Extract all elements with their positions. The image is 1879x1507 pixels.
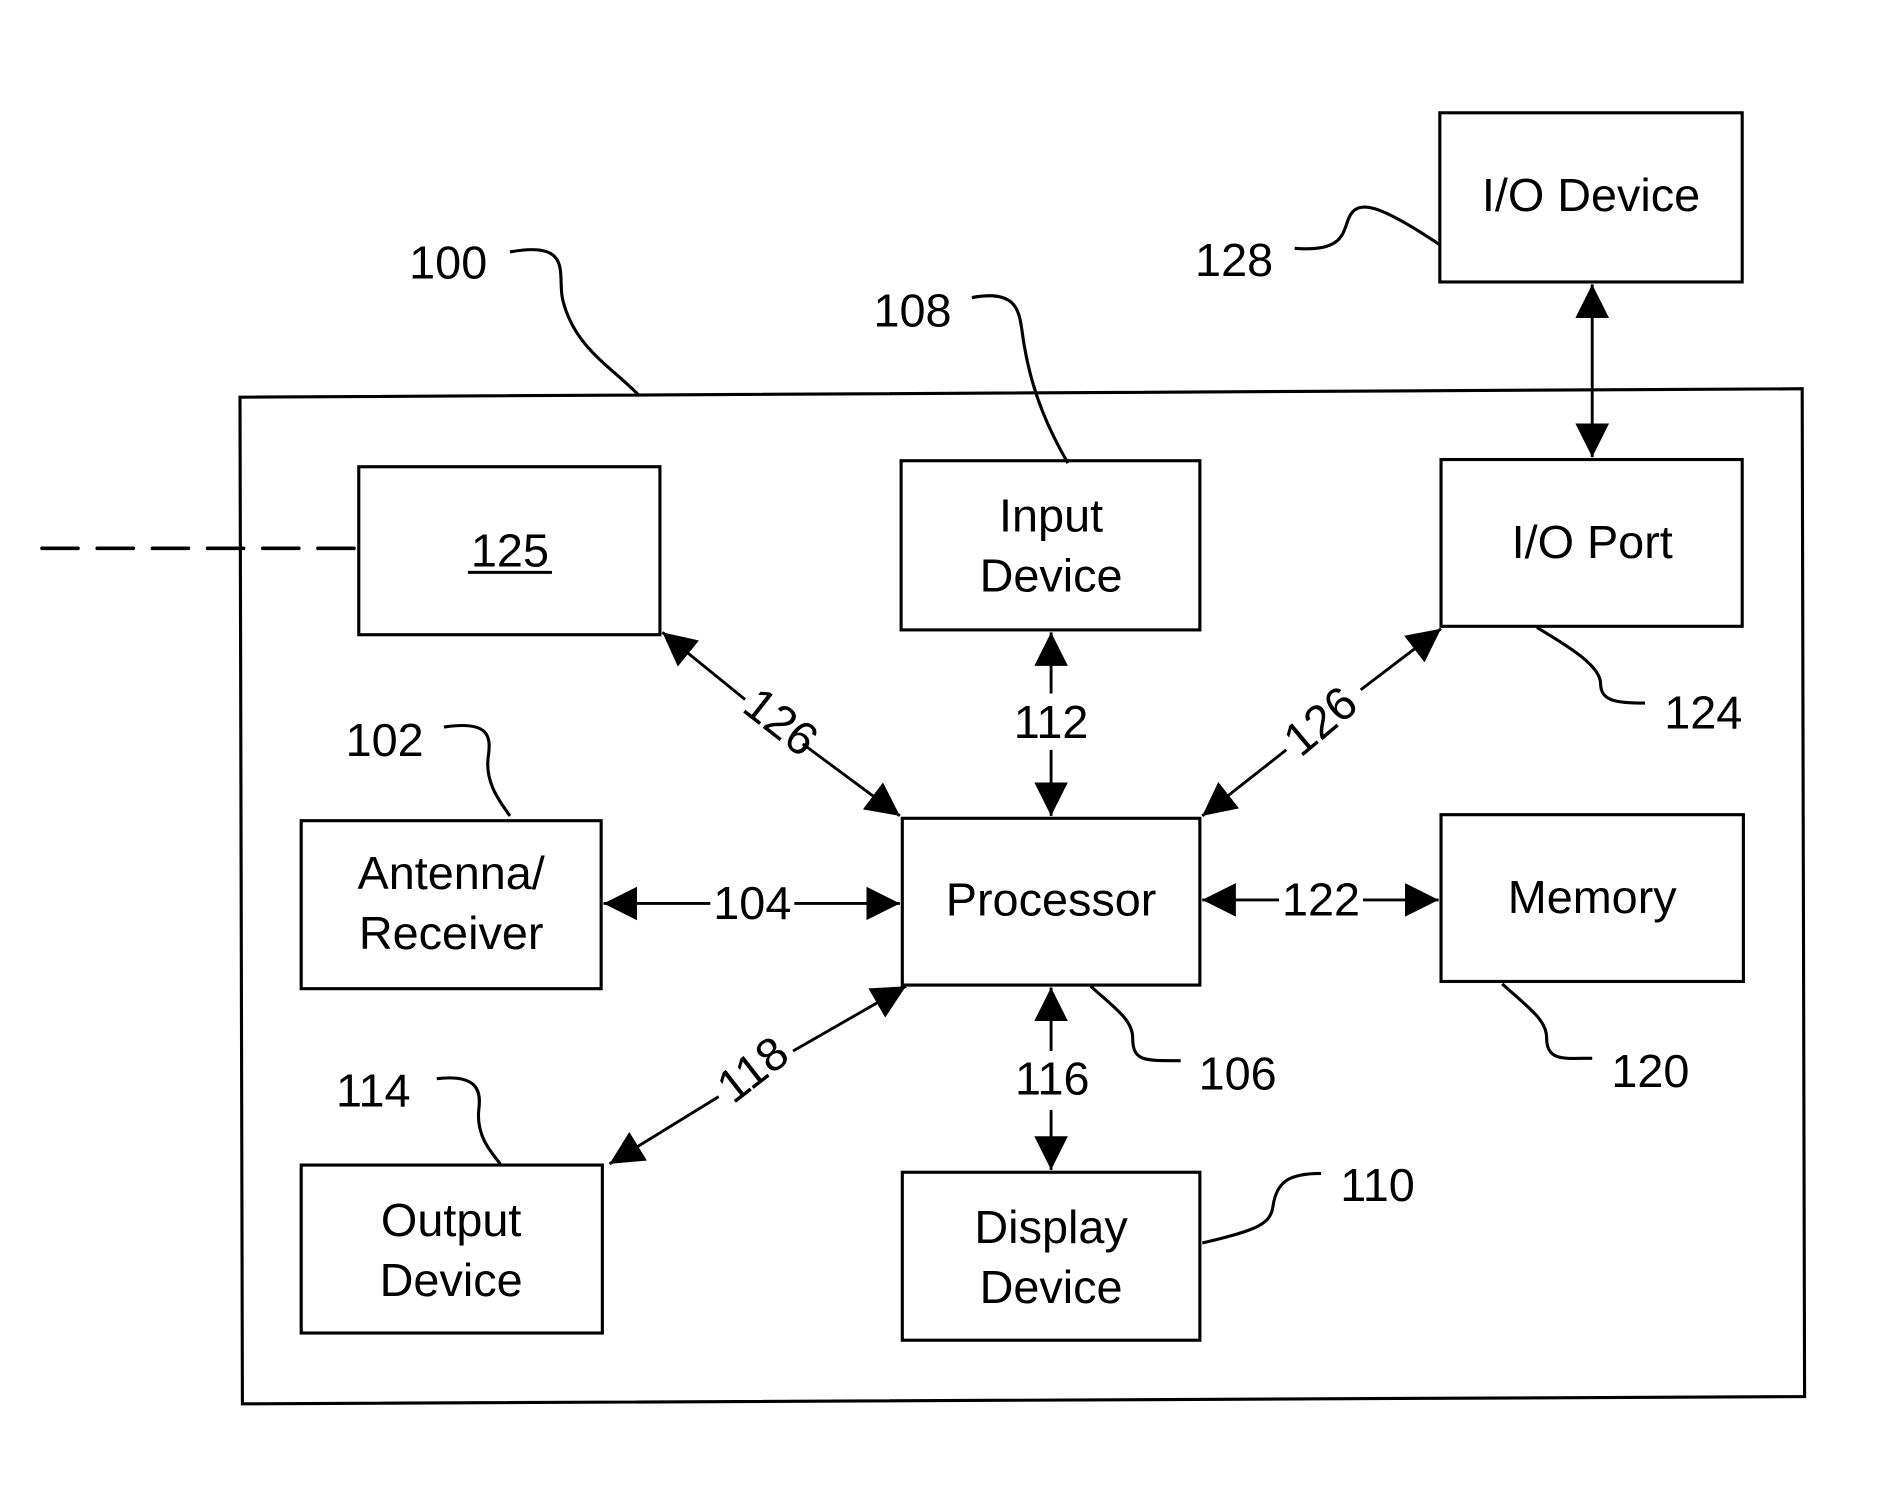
connector-processor-memory-label: 122 [1282,873,1360,925]
block-display-device[interactable]: Display Device [900,1170,1202,1342]
io-device-ref: 128 [1195,234,1273,286]
memory-label: Memory [1508,871,1678,923]
block-input-device[interactable]: Input Device [899,459,1202,632]
block-io-device[interactable]: I/O Device [1438,111,1744,284]
display-device-ref: 110 [1340,1159,1415,1211]
io-device-label: I/O Device [1482,169,1700,221]
block-processor[interactable]: Processor [900,816,1202,987]
block-diagram: 100 125 Input Device 108 I/O Port 124 I/… [40,111,1807,1406]
io-port-ref: 124 [1664,686,1742,738]
device-leader-line [509,248,641,398]
antenna-receiver-ref: 102 [346,714,424,766]
memory-ref: 120 [1611,1045,1689,1097]
output-device-ref: 114 [336,1064,411,1116]
block-antenna-receiver[interactable]: Antenna/ Receiver [299,819,603,991]
connector-antenna-processor-label: 104 [713,877,791,929]
processor-label: Processor [946,873,1157,925]
input-device-line1: Input [999,490,1103,542]
antenna-receiver-line1: Antenna/ [358,847,545,899]
input-device-ref: 108 [874,284,952,336]
device-ref-label: 100 [409,236,487,288]
block-125-label: 125 [471,524,549,576]
output-device-line2: Device [380,1254,523,1306]
block-125[interactable]: 125 [357,465,662,637]
io-device-leader [1294,205,1441,251]
io-port-label: I/O Port [1512,516,1673,568]
display-device-line2: Device [980,1261,1123,1313]
connector-input-processor-label: 112 [1014,696,1089,748]
processor-ref: 106 [1199,1047,1277,1099]
input-device-line2: Device [980,550,1123,602]
output-device-line1: Output [381,1194,521,1246]
block-memory[interactable]: Memory [1439,813,1745,984]
antenna-receiver-line2: Receiver [359,907,544,959]
block-output-device[interactable]: Output Device [299,1163,604,1335]
display-device-line1: Display [974,1201,1128,1253]
block-io-port[interactable]: I/O Port [1439,457,1744,628]
connector-processor-display-label: 116 [1015,1052,1090,1104]
